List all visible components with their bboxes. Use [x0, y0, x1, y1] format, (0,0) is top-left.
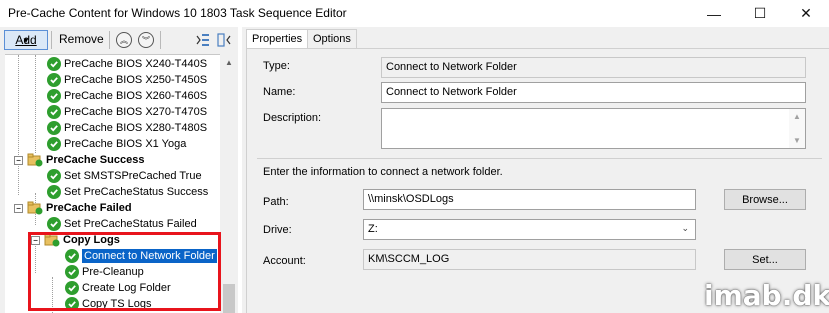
tree-item[interactable]: PreCache BIOS X250-T450S	[47, 72, 207, 88]
tree-item-label: PreCache BIOS X250-T450S	[64, 74, 208, 86]
success-check-icon	[47, 57, 61, 71]
success-check-icon	[47, 217, 61, 231]
add-button[interactable]: Add ▼	[4, 30, 48, 50]
drive-value: Z:	[368, 223, 378, 235]
move-down-button[interactable]: ︾	[138, 32, 154, 48]
divider	[257, 158, 822, 159]
chevron-down-icon: ⌄	[681, 223, 689, 233]
set-account-button[interactable]: Set...	[724, 249, 806, 270]
account-label: Account:	[263, 255, 306, 267]
move-up-button[interactable]: ︽	[116, 32, 132, 48]
drive-select[interactable]: Z: ⌄	[363, 219, 696, 240]
tree-item-label: Set PreCacheStatus Failed	[64, 218, 197, 230]
collapse-toggle[interactable]: −	[14, 155, 23, 165]
maximize-button[interactable]: ☐	[737, 0, 783, 27]
name-label: Name:	[263, 86, 296, 98]
close-icon: ✕	[800, 5, 812, 21]
title-bar: Pre-Cache Content for Windows 10 1803 Ta…	[0, 0, 829, 27]
remove-button-label: Remove	[59, 32, 104, 46]
indent-icon[interactable]	[195, 32, 211, 48]
highlight-box	[28, 232, 221, 311]
outdent-icon[interactable]	[216, 32, 232, 48]
tree-item[interactable]: Set SMSTSPreCached True	[47, 168, 202, 184]
tree-item[interactable]: Set PreCacheStatus Success	[47, 184, 208, 200]
folder-check-icon	[27, 201, 43, 215]
success-check-icon	[47, 169, 61, 183]
tree-item[interactable]: PreCache BIOS X260-T460S	[47, 88, 207, 104]
watermark: imab.dk	[704, 279, 829, 312]
tree-item-label: Set SMSTSPreCached True	[64, 170, 202, 182]
success-check-icon	[47, 137, 61, 151]
minimize-button[interactable]: —	[691, 0, 737, 27]
scroll-up-icon[interactable]: ▲	[221, 54, 237, 71]
minimize-icon: —	[707, 5, 721, 22]
type-value: Connect to Network Folder	[386, 61, 517, 73]
name-field[interactable]: Connect to Network Folder	[381, 82, 806, 103]
scroll-down-icon[interactable]: ▼	[793, 136, 801, 145]
description-field[interactable]: ▲ ▼	[381, 108, 806, 149]
browse-button-label: Browse...	[742, 193, 788, 206]
toolbar-separator	[109, 31, 110, 49]
tree-item-label: PreCache BIOS X1 Yoga	[64, 138, 187, 150]
chevron-down-circle-icon: ︾	[142, 35, 150, 45]
scroll-up-icon[interactable]: ▲	[793, 112, 801, 121]
toolbar-separator	[51, 31, 52, 49]
account-value: KM\SCCM_LOG	[368, 253, 450, 265]
tree-item[interactable]: PreCache BIOS X270-T470S	[47, 104, 207, 120]
description-label: Description:	[263, 112, 322, 124]
tree-item-label: Set PreCacheStatus Success	[64, 186, 209, 198]
tree-item[interactable]: PreCache BIOS X240-T440S	[47, 56, 207, 72]
success-check-icon	[47, 89, 61, 103]
success-check-icon	[47, 105, 61, 119]
success-check-icon	[47, 73, 61, 87]
tree-scrollbar[interactable]: ▲	[221, 54, 237, 313]
chevron-up-circle-icon: ︽	[120, 35, 128, 45]
scroll-thumb[interactable]	[223, 284, 235, 313]
folder-check-icon	[27, 153, 43, 167]
tab-options-label: Options	[313, 33, 351, 45]
tree-line	[35, 55, 36, 153]
set-button-label: Set...	[752, 253, 778, 266]
tree-group[interactable]: − PreCache Success	[14, 152, 144, 168]
tree-item-label: PreCache BIOS X240-T440S	[64, 58, 208, 70]
tree-group[interactable]: − PreCache Failed	[14, 200, 132, 216]
path-label: Path:	[263, 196, 289, 208]
tree-line	[18, 55, 19, 195]
path-field[interactable]: \\minsk\OSDLogs	[363, 189, 696, 210]
success-check-icon	[47, 185, 61, 199]
type-label: Type:	[263, 60, 290, 72]
success-check-icon	[47, 121, 61, 135]
browse-button[interactable]: Browse...	[724, 189, 806, 210]
instructions-text: Enter the information to connect a netwo…	[263, 166, 503, 178]
tree-item[interactable]: PreCache BIOS X1 Yoga	[47, 136, 186, 152]
account-field: KM\SCCM_LOG	[363, 249, 696, 270]
tree-item-label: PreCache BIOS X270-T470S	[64, 106, 208, 118]
tree-item[interactable]: Set PreCacheStatus Failed	[47, 216, 197, 232]
toolbar: Add ▼ Remove ︽ ︾	[0, 27, 238, 54]
tab-properties-label: Properties	[252, 33, 303, 45]
toolbar-separator	[160, 31, 161, 49]
tree-group-label: PreCache Failed	[46, 202, 132, 214]
tab-options[interactable]: Options	[307, 29, 357, 49]
maximize-icon: ☐	[753, 5, 767, 21]
remove-button[interactable]: Remove	[56, 30, 107, 50]
properties-panel: Type: Connect to Network Folder Name: Co…	[246, 48, 829, 313]
window-title: Pre-Cache Content for Windows 10 1803 Ta…	[8, 6, 347, 20]
description-scrollbar[interactable]: ▲ ▼	[789, 109, 805, 148]
properties-pane: Properties Options Type: Connect to Netw…	[242, 27, 829, 313]
drive-label: Drive:	[263, 224, 292, 236]
type-field: Connect to Network Folder	[381, 57, 806, 78]
tree-item-label: PreCache BIOS X280-T480S	[64, 122, 208, 134]
add-button-label: Add	[15, 33, 37, 47]
tree-item-label: PreCache BIOS X260-T460S	[64, 90, 208, 102]
tree-group-label: PreCache Success	[46, 154, 145, 166]
tree-item[interactable]: PreCache BIOS X280-T480S	[47, 120, 207, 136]
path-value: \\minsk\OSDLogs	[368, 193, 454, 205]
name-value: Connect to Network Folder	[386, 86, 517, 98]
close-button[interactable]: ✕	[783, 0, 829, 27]
collapse-toggle[interactable]: −	[14, 203, 23, 213]
